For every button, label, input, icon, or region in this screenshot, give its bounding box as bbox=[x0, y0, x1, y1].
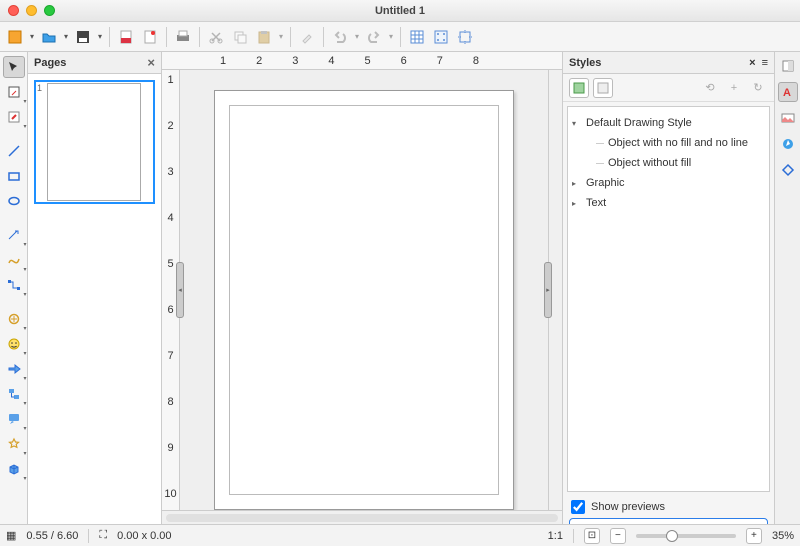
style-graphic: ▸Graphic bbox=[572, 173, 765, 193]
grid-button[interactable] bbox=[406, 26, 428, 48]
titlebar: Untitled 1 bbox=[0, 0, 800, 22]
status-bar: ▦ 0.55 / 6.60 ⛶ 0.00 x 0.00 1:1 ⊡ − + 35… bbox=[0, 524, 800, 546]
sidebar-tab-navigator[interactable] bbox=[778, 134, 798, 154]
page-margin bbox=[229, 105, 499, 495]
drawing-page[interactable] bbox=[214, 90, 514, 510]
save-dropdown[interactable]: ▾ bbox=[96, 26, 104, 48]
paste-dropdown[interactable]: ▾ bbox=[277, 26, 285, 48]
tool-line[interactable] bbox=[3, 140, 25, 162]
styles-panel-close[interactable]: × bbox=[749, 57, 755, 69]
tool-basic-shapes[interactable]: ▾ bbox=[3, 308, 25, 330]
page-thumbnail[interactable]: 1 bbox=[34, 80, 155, 204]
tool-stars[interactable]: ▾ bbox=[3, 433, 25, 455]
sidebar-panel: Styles × ≡ ⟲ + ↻ ▾Default Drawing Styl bbox=[562, 52, 800, 546]
undo-button[interactable] bbox=[329, 26, 351, 48]
tool-block-arrows[interactable]: ▾ bbox=[3, 358, 25, 380]
print-direct-button[interactable] bbox=[139, 26, 161, 48]
pages-panel-title: Pages bbox=[34, 57, 66, 69]
tool-symbol-shapes[interactable]: ▾ bbox=[3, 333, 25, 355]
tool-zoom-pan[interactable]: ▾ bbox=[3, 81, 25, 103]
page-preview bbox=[47, 83, 141, 201]
export-pdf-button[interactable] bbox=[115, 26, 137, 48]
tool-connector[interactable]: ▾ bbox=[3, 274, 25, 296]
canvas-viewport[interactable]: ◂ ▸ bbox=[180, 70, 548, 510]
canvas-area: 1 2 3 4 5 6 7 8 1 2 3 4 5 6 7 8 9 10 ◂ bbox=[162, 52, 562, 546]
sidebar-tab-gallery[interactable] bbox=[778, 108, 798, 128]
right-splitter[interactable]: ▸ bbox=[544, 262, 552, 318]
pages-panel-close[interactable]: × bbox=[147, 55, 155, 70]
tool-lines-arrows[interactable]: ▾ bbox=[3, 224, 25, 246]
fit-page-button[interactable]: ⊡ bbox=[584, 528, 600, 544]
status-position: 0.55 / 6.60 bbox=[26, 530, 78, 542]
pages-panel: Pages × 1 bbox=[28, 52, 162, 546]
tool-ellipse[interactable] bbox=[3, 190, 25, 212]
status-size-icon: ⛶ bbox=[99, 529, 107, 542]
update-style-button[interactable]: ↻ bbox=[748, 78, 768, 98]
tool-3d-objects[interactable]: ▾ bbox=[3, 458, 25, 480]
tool-select[interactable] bbox=[3, 56, 25, 78]
tool-textbox[interactable]: ▾ bbox=[3, 106, 25, 128]
new-doc-button[interactable] bbox=[4, 26, 26, 48]
save-button[interactable] bbox=[72, 26, 94, 48]
tool-rectangle[interactable] bbox=[3, 165, 25, 187]
style-no-fill-no-line: Object with no fill and no line bbox=[572, 133, 765, 153]
paste-button[interactable] bbox=[253, 26, 275, 48]
svg-text:A: A bbox=[783, 87, 791, 99]
horizontal-scrollbar[interactable] bbox=[162, 510, 562, 524]
presentation-styles-button[interactable] bbox=[593, 78, 613, 98]
show-previews-label: Show previews bbox=[591, 501, 665, 513]
show-previews-checkbox[interactable] bbox=[571, 500, 585, 514]
tool-curve[interactable]: ▾ bbox=[3, 249, 25, 271]
sidebar-tab-shapes[interactable] bbox=[778, 160, 798, 180]
zoom-out-button[interactable]: − bbox=[610, 528, 626, 544]
styles-tree[interactable]: ▾Default Drawing Style Object with no fi… bbox=[567, 106, 770, 492]
cut-button[interactable] bbox=[205, 26, 227, 48]
new-doc-dropdown[interactable]: ▾ bbox=[28, 26, 36, 48]
undo-dropdown[interactable]: ▾ bbox=[353, 26, 361, 48]
styles-panel-title: Styles bbox=[569, 57, 601, 69]
status-size: 0.00 x 0.00 bbox=[117, 530, 171, 542]
print-button[interactable] bbox=[172, 26, 194, 48]
open-button[interactable] bbox=[38, 26, 60, 48]
left-splitter[interactable]: ◂ bbox=[176, 262, 184, 318]
style-default-drawing: ▾Default Drawing Style bbox=[572, 113, 765, 133]
zoom-level[interactable]: 35% bbox=[772, 530, 794, 542]
tool-flowchart[interactable]: ▾ bbox=[3, 383, 25, 405]
new-style-button[interactable]: + bbox=[724, 78, 744, 98]
fill-format-button[interactable]: ⟲ bbox=[700, 78, 720, 98]
tool-callouts[interactable]: ▾ bbox=[3, 408, 25, 430]
style-without-fill: Object without fill bbox=[572, 153, 765, 173]
horizontal-ruler[interactable]: 1 2 3 4 5 6 7 8 bbox=[162, 52, 562, 70]
page-number: 1 bbox=[37, 83, 45, 201]
sidebar-tab-properties[interactable] bbox=[778, 56, 798, 76]
redo-button[interactable] bbox=[363, 26, 385, 48]
left-toolbox: ▾ ▾ ▾ ▾ ▾ ▾ ▾ ▾ ▾ ▾ ▾ ▾ bbox=[0, 52, 28, 546]
styles-panel-menu[interactable]: ≡ bbox=[762, 57, 768, 69]
graphic-styles-button[interactable] bbox=[569, 78, 589, 98]
snap-grid-button[interactable] bbox=[430, 26, 452, 48]
status-scale[interactable]: 1:1 bbox=[548, 530, 563, 542]
helplines-button[interactable] bbox=[454, 26, 476, 48]
styles-toolbar: ⟲ + ↻ bbox=[563, 74, 774, 102]
zoom-slider[interactable] bbox=[636, 534, 736, 538]
zoom-in-button[interactable]: + bbox=[746, 528, 762, 544]
copy-button[interactable] bbox=[229, 26, 251, 48]
main-toolbar: ▾ ▾ ▾ ▾ ▾ ▾ bbox=[0, 22, 800, 52]
open-dropdown[interactable]: ▾ bbox=[62, 26, 70, 48]
sidebar-tabs: A bbox=[774, 52, 800, 546]
status-page-icon[interactable]: ▦ bbox=[6, 529, 16, 542]
window-title: Untitled 1 bbox=[0, 5, 800, 17]
style-text: ▸Text bbox=[572, 193, 765, 213]
clone-format-button[interactable] bbox=[296, 26, 318, 48]
sidebar-tab-styles[interactable]: A bbox=[778, 82, 798, 102]
redo-dropdown[interactable]: ▾ bbox=[387, 26, 395, 48]
